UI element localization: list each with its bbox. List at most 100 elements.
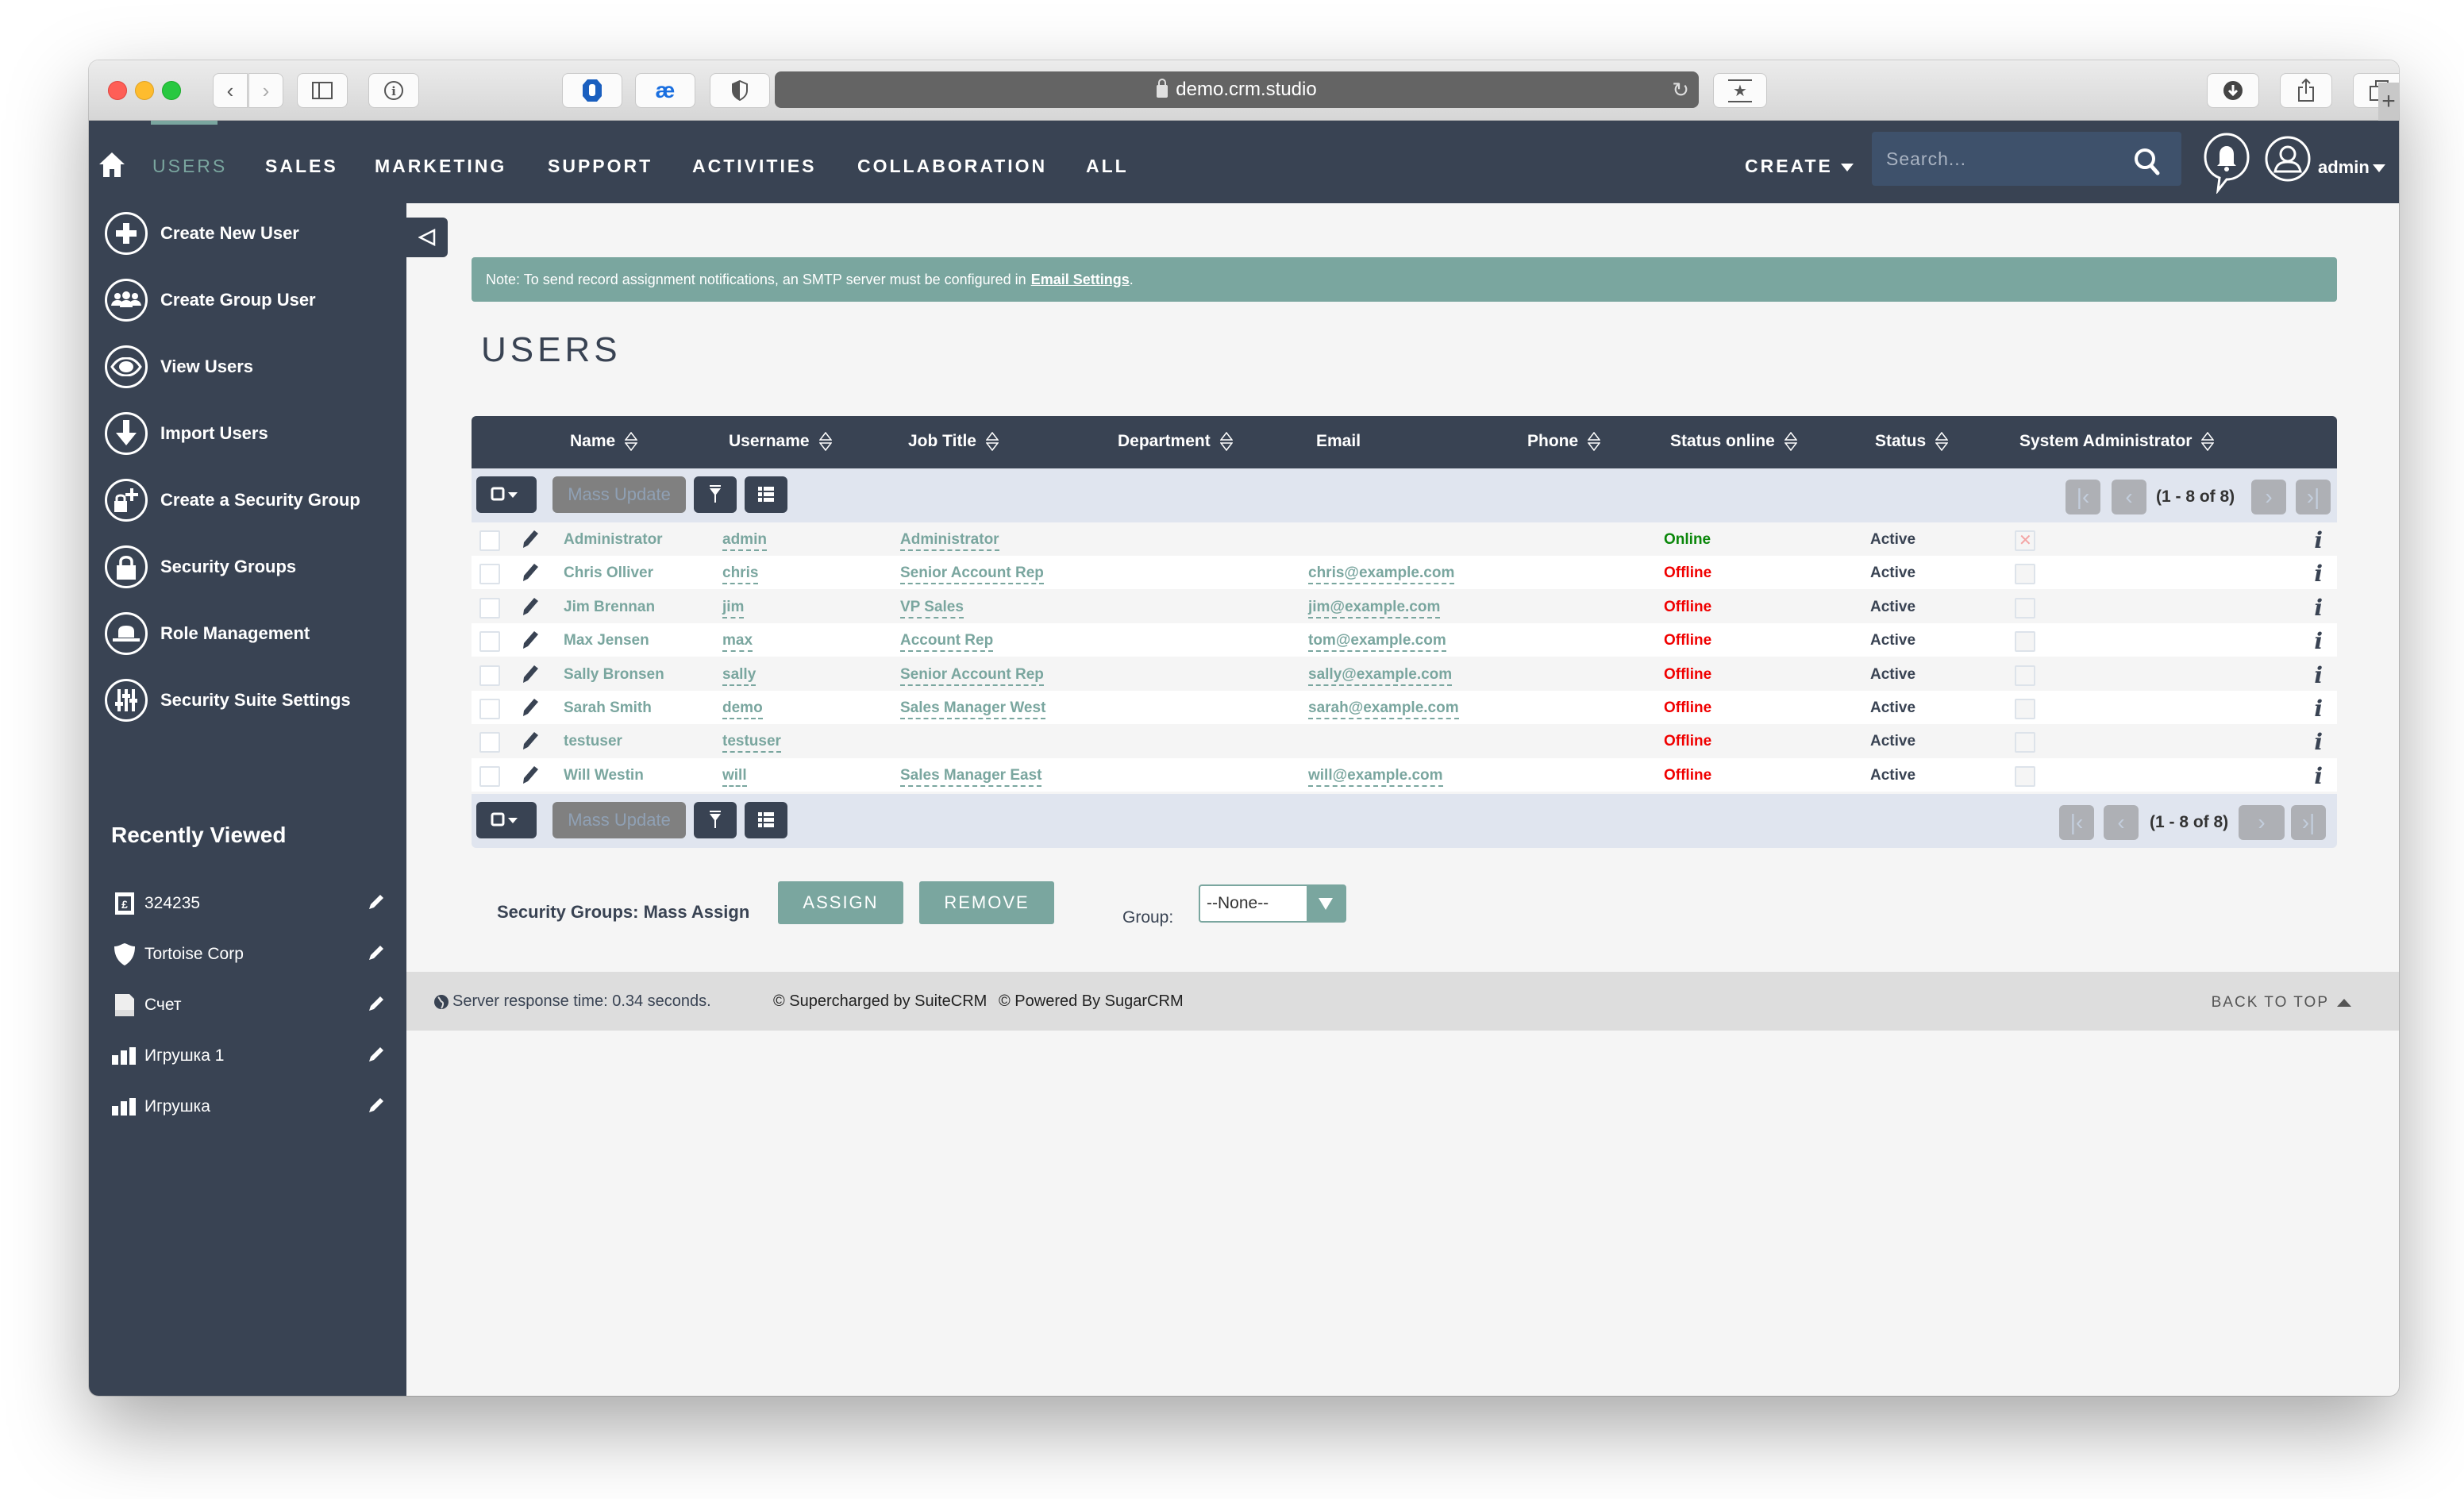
job-title-link[interactable]: Senior Account Rep <box>900 666 1044 686</box>
next-page-button[interactable]: › <box>2251 480 2286 514</box>
username-link[interactable]: sally <box>722 666 757 686</box>
user-name-link[interactable]: Administrator <box>564 531 663 549</box>
user-name-link[interactable]: Max Jensen <box>564 632 649 649</box>
ae-extension-button[interactable]: æ <box>635 73 695 108</box>
info-icon[interactable]: i <box>2314 595 2323 621</box>
email-link[interactable]: chris@example.com <box>1308 565 1455 584</box>
page-info-button[interactable]: i <box>368 73 419 108</box>
filter-button[interactable] <box>694 802 737 838</box>
edit-pencil-icon[interactable] <box>521 562 540 583</box>
sidebar-action-import-users[interactable]: Import Users <box>105 410 268 457</box>
edit-pencil-icon[interactable] <box>521 697 540 718</box>
email-settings-link[interactable]: Email Settings <box>1031 272 1130 288</box>
email-link[interactable]: will@example.com <box>1308 767 1443 787</box>
last-page-button[interactable]: ›| <box>2291 805 2326 840</box>
job-title-link[interactable]: Administrator <box>900 531 999 551</box>
new-tab-button[interactable]: + <box>2378 83 2399 121</box>
mass-update-button[interactable]: Mass Update <box>552 476 686 513</box>
user-menu-button[interactable]: admin <box>2318 157 2385 178</box>
edit-pencil-icon[interactable] <box>521 765 540 785</box>
downloads-button[interactable] <box>2207 73 2259 108</box>
sidebar-action-create-security-group[interactable]: Create a Security Group <box>105 476 360 524</box>
sidebar-toggle-button[interactable] <box>297 73 348 108</box>
row-select-checkbox[interactable] <box>479 699 500 719</box>
zoom-window-button[interactable] <box>162 81 181 100</box>
back-button[interactable]: ‹ <box>213 73 248 108</box>
sidebar-action-view-users[interactable]: View Users <box>105 343 253 391</box>
previous-page-button[interactable]: ‹ <box>2112 480 2146 514</box>
sidebar-action-security-suite-settings[interactable]: Security Suite Settings <box>105 676 351 724</box>
edit-pencil-icon[interactable] <box>521 529 540 549</box>
email-link[interactable]: sally@example.com <box>1308 666 1453 686</box>
column-header-department[interactable]: Department <box>1118 432 1233 451</box>
nav-tab-sales[interactable]: SALES <box>265 156 338 177</box>
powered-by-link[interactable]: © Powered By SugarCRM <box>999 992 1184 1011</box>
user-name-link[interactable]: Sarah Smith <box>564 699 652 717</box>
select-all-dropdown[interactable] <box>476 802 537 838</box>
user-name-link[interactable]: Jim Brennan <box>564 599 655 616</box>
recent-item[interactable]: Игрушка <box>111 1091 386 1123</box>
sidebar-action-create-new-user[interactable]: Create New User <box>105 210 299 257</box>
info-icon[interactable]: i <box>2314 763 2323 789</box>
info-icon[interactable]: i <box>2314 729 2323 755</box>
select-all-dropdown[interactable] <box>476 476 537 513</box>
column-header-phone[interactable]: Phone <box>1527 432 1601 451</box>
first-page-button[interactable]: |‹ <box>2066 480 2100 514</box>
supercharged-link[interactable]: © Supercharged by SuiteCRM <box>773 992 987 1011</box>
sidebar-action-create-group-user[interactable]: Create Group User <box>105 276 316 324</box>
filter-button[interactable] <box>694 476 737 513</box>
nav-tab-marketing[interactable]: MARKETING <box>375 156 506 177</box>
first-page-button[interactable]: |‹ <box>2059 805 2094 840</box>
email-link[interactable]: tom@example.com <box>1308 632 1446 652</box>
job-title-link[interactable]: VP Sales <box>900 599 964 618</box>
row-select-checkbox[interactable] <box>479 766 500 787</box>
info-icon[interactable]: i <box>2314 527 2323 553</box>
back-to-top-button[interactable]: BACK TO TOP <box>2212 994 2351 1012</box>
collapse-sidebar-button[interactable] <box>406 218 448 257</box>
job-title-link[interactable]: Sales Manager West <box>900 699 1046 719</box>
nav-tab-all[interactable]: ALL <box>1086 156 1129 177</box>
share-button[interactable] <box>2280 73 2332 108</box>
job-title-link[interactable]: Sales Manager East <box>900 767 1042 787</box>
next-page-button[interactable]: › <box>2239 805 2285 840</box>
row-select-checkbox[interactable] <box>479 564 500 584</box>
recent-item[interactable]: Счет <box>111 989 386 1021</box>
username-link[interactable]: admin <box>722 531 767 551</box>
recent-item[interactable]: £ 324235 <box>111 888 386 919</box>
user-name-link[interactable]: Will Westin <box>564 767 644 784</box>
column-header-status[interactable]: Status <box>1875 432 1949 451</box>
mass-update-button[interactable]: Mass Update <box>552 802 686 838</box>
email-link[interactable]: jim@example.com <box>1308 599 1441 618</box>
row-select-checkbox[interactable] <box>479 665 500 686</box>
user-avatar-icon[interactable] <box>2264 135 2312 183</box>
username-link[interactable]: demo <box>722 699 763 719</box>
column-chooser-button[interactable] <box>745 476 787 513</box>
notifications-bell-icon[interactable] <box>2202 132 2251 194</box>
username-link[interactable]: jim <box>722 599 745 618</box>
column-header-status-online[interactable]: Status online <box>1670 432 1797 451</box>
row-select-checkbox[interactable] <box>479 530 500 551</box>
edit-pencil-icon[interactable] <box>367 994 386 1013</box>
forward-button[interactable]: › <box>248 73 283 108</box>
job-title-link[interactable]: Senior Account Rep <box>900 565 1044 584</box>
job-title-link[interactable]: Account Rep <box>900 632 994 652</box>
edit-pencil-icon[interactable] <box>367 1096 386 1115</box>
group-select[interactable]: --None-- <box>1199 884 1346 923</box>
info-icon[interactable]: i <box>2314 628 2323 654</box>
info-icon[interactable]: i <box>2314 696 2323 722</box>
info-icon[interactable]: i <box>2314 561 2323 587</box>
column-header-system-administrator[interactable]: System Administrator <box>2019 432 2215 451</box>
recent-item[interactable]: Tortoise Corp <box>111 938 386 970</box>
create-menu-button[interactable]: CREATE <box>1745 156 1854 177</box>
edit-pencil-icon[interactable] <box>521 664 540 684</box>
nav-tab-support[interactable]: SUPPORT <box>548 156 653 177</box>
username-link[interactable]: will <box>722 767 747 787</box>
username-link[interactable]: chris <box>722 565 759 584</box>
info-icon[interactable]: i <box>2314 662 2323 688</box>
user-name-link[interactable]: Chris Olliver <box>564 565 653 582</box>
column-header-job-title[interactable]: Job Title <box>908 432 999 451</box>
sidebar-action-role-management[interactable]: Role Management <box>105 610 310 657</box>
adblock-button[interactable] <box>562 73 622 108</box>
reload-icon[interactable]: ↻ <box>1672 78 1689 102</box>
close-window-button[interactable] <box>108 81 127 100</box>
